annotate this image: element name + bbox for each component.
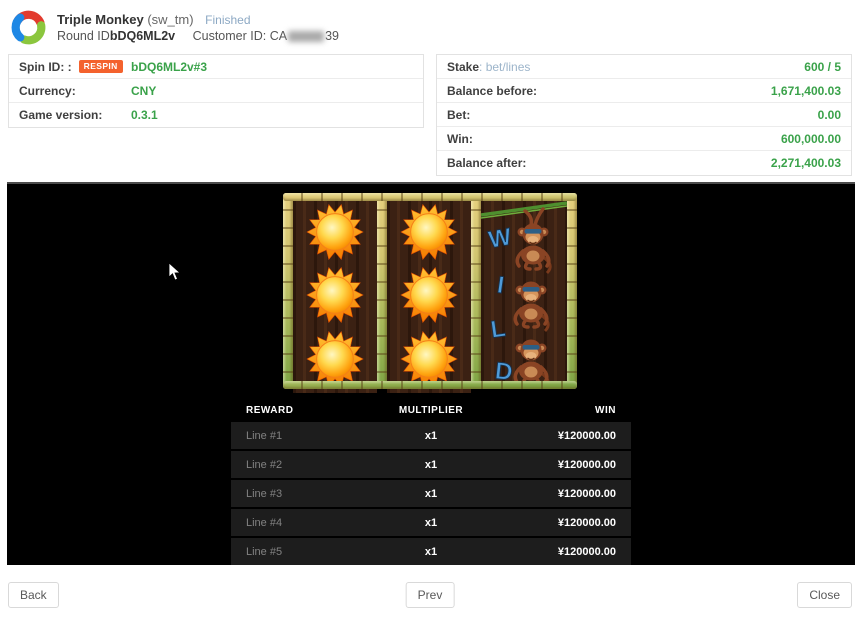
customer-id-redacted xyxy=(288,31,324,42)
reward-table-header: REWARD MULTIPLIER WIN xyxy=(231,398,631,422)
header: Triple Monkey (sw_tm) Finished Round IDb… xyxy=(0,0,860,52)
spin-id-label: Spin ID: : xyxy=(19,60,72,74)
spin-id-value: bDQ6ML2v#3 xyxy=(131,60,207,74)
stake-sublabel: : bet/lines xyxy=(479,60,530,74)
spin-info-table: Spin ID: : RESPIN bDQ6ML2v#3 Currency: C… xyxy=(8,54,424,128)
bamboo-frame-bar xyxy=(283,381,577,389)
round-info-line: Round IDbDQ6ML2v Customer ID: CA 39 xyxy=(57,29,339,43)
bamboo-frame-bar xyxy=(471,193,481,389)
balance-before-row: Balance before: 1,671,400.03 xyxy=(437,79,851,103)
sun-symbol xyxy=(306,203,364,261)
round-id-label: Round ID xyxy=(57,29,110,43)
reward-row: Line #2 x1 ¥120000.00 xyxy=(231,451,631,478)
game-screenshot: W I L D REWARD MULTIPLIER WIN Line #1 x1… xyxy=(7,182,855,565)
sun-symbol xyxy=(400,330,458,388)
sun-symbol xyxy=(400,203,458,261)
sun-symbol xyxy=(306,266,364,324)
footer: Back Prev Close xyxy=(8,582,852,608)
reward-column-header: REWARD xyxy=(246,405,369,416)
bamboo-frame-bar xyxy=(283,193,293,389)
win-column-header: WIN xyxy=(493,405,616,416)
reward-multiplier: x1 xyxy=(369,517,492,529)
slot-reel-3: W I L D xyxy=(481,197,567,385)
game-name: Triple Monkey xyxy=(57,12,144,27)
reward-line-label: Line #4 xyxy=(246,517,369,529)
slot-reel-2 xyxy=(387,197,471,393)
wild-monkey-symbol: W I L D xyxy=(481,197,567,385)
sun-symbol xyxy=(400,266,458,324)
bamboo-frame-bar xyxy=(567,193,577,389)
slot-reel-1 xyxy=(293,197,377,393)
respin-badge: RESPIN xyxy=(79,60,123,73)
balance-before-label: Balance before: xyxy=(447,84,537,98)
game-version-value: 0.3.1 xyxy=(131,108,158,122)
reward-table: REWARD MULTIPLIER WIN Line #1 x1 ¥120000… xyxy=(231,398,631,565)
win-label: Win: xyxy=(447,132,473,146)
balance-after-label: Balance after: xyxy=(447,156,526,170)
win-row: Win: 600,000.00 xyxy=(437,127,851,151)
currency-value: CNY xyxy=(131,84,156,98)
bet-value: 0.00 xyxy=(818,108,841,122)
stake-row: Stake : bet/lines 600 / 5 xyxy=(437,55,851,79)
reward-win: ¥120000.00 xyxy=(493,459,616,471)
info-section: Spin ID: : RESPIN bDQ6ML2v#3 Currency: C… xyxy=(0,54,860,176)
bet-label: Bet: xyxy=(447,108,470,122)
back-button[interactable]: Back xyxy=(8,582,59,608)
brand-logo-icon xyxy=(10,9,47,46)
game-title-line: Triple Monkey (sw_tm) Finished xyxy=(57,12,339,27)
reward-line-label: Line #3 xyxy=(246,488,369,500)
bamboo-frame-bar xyxy=(377,193,387,389)
reward-win: ¥120000.00 xyxy=(493,488,616,500)
balance-after-value: 2,271,400.03 xyxy=(771,156,841,170)
customer-id-prefix: CA xyxy=(270,29,287,43)
reward-multiplier: x1 xyxy=(369,488,492,500)
mouse-cursor-icon xyxy=(168,262,182,282)
reward-row: Line #1 x1 ¥120000.00 xyxy=(231,422,631,449)
game-version-row: Game version: 0.3.1 xyxy=(9,103,423,127)
reward-line-label: Line #1 xyxy=(246,430,369,442)
reward-multiplier: x1 xyxy=(369,430,492,442)
balance-after-row: Balance after: 2,271,400.03 xyxy=(437,151,851,175)
reward-win: ¥120000.00 xyxy=(493,430,616,442)
balance-info-table: Stake : bet/lines 600 / 5 Balance before… xyxy=(436,54,852,176)
reward-row: Line #5 x1 ¥120000.00 xyxy=(231,538,631,565)
slot-machine: W I L D xyxy=(283,193,577,389)
customer-id-label: Customer ID: xyxy=(193,29,267,43)
game-version-label: Game version: xyxy=(19,108,102,122)
stake-value: 600 / 5 xyxy=(804,60,841,74)
close-button[interactable]: Close xyxy=(797,582,852,608)
stake-label: Stake xyxy=(447,60,479,74)
reward-win: ¥120000.00 xyxy=(493,546,616,558)
bamboo-frame-bar xyxy=(283,193,577,201)
reward-line-label: Line #2 xyxy=(246,459,369,471)
wild-letter: L xyxy=(489,315,507,344)
round-review-page: Triple Monkey (sw_tm) Finished Round IDb… xyxy=(0,0,860,608)
currency-row: Currency: CNY xyxy=(9,79,423,103)
prev-button[interactable]: Prev xyxy=(406,582,455,608)
wild-letter: W xyxy=(486,223,513,254)
customer-id-suffix: 39 xyxy=(325,29,339,43)
reward-line-label: Line #5 xyxy=(246,546,369,558)
spin-id-row: Spin ID: : RESPIN bDQ6ML2v#3 xyxy=(9,55,423,79)
bet-row: Bet: 0.00 xyxy=(437,103,851,127)
game-code: (sw_tm) xyxy=(147,12,193,27)
wild-letter: I xyxy=(495,272,505,300)
reward-row: Line #3 x1 ¥120000.00 xyxy=(231,480,631,507)
reward-row: Line #4 x1 ¥120000.00 xyxy=(231,509,631,536)
balance-before-value: 1,671,400.03 xyxy=(771,84,841,98)
round-id-value: bDQ6ML2v xyxy=(110,29,175,43)
win-value: 600,000.00 xyxy=(781,132,841,146)
multiplier-column-header: MULTIPLIER xyxy=(369,405,492,416)
sun-symbol xyxy=(306,330,364,388)
reward-multiplier: x1 xyxy=(369,459,492,471)
round-status: Finished xyxy=(205,13,250,27)
reward-win: ¥120000.00 xyxy=(493,517,616,529)
currency-label: Currency: xyxy=(19,84,76,98)
reward-multiplier: x1 xyxy=(369,546,492,558)
